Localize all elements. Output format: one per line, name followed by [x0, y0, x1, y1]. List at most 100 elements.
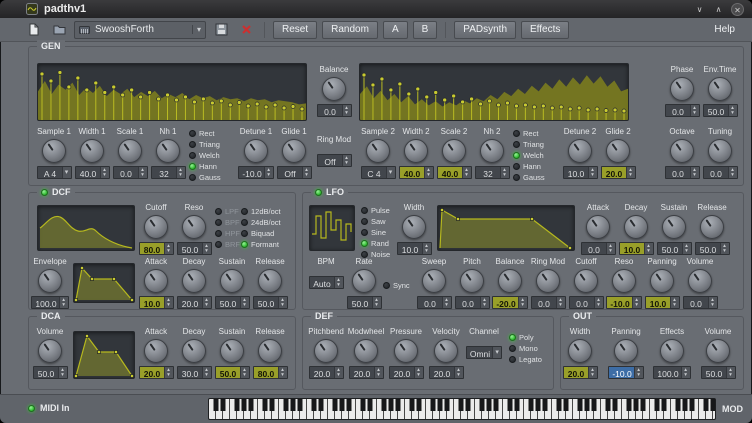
- spinner-arrows[interactable]: ▴▾: [100, 167, 109, 178]
- reset-button[interactable]: Reset: [273, 21, 317, 39]
- filter-display[interactable]: [37, 205, 135, 251]
- def-pressure-spinbox[interactable]: 20.0▴▾: [389, 366, 424, 379]
- gen-scale1-knob[interactable]: [118, 139, 142, 163]
- preset-a-button[interactable]: A: [383, 21, 408, 39]
- gen-tuning-knob[interactable]: [708, 139, 732, 163]
- lfo-attack-knob[interactable]: [586, 215, 610, 239]
- radio-rand[interactable]: Rand: [361, 239, 390, 248]
- spinner-arrows[interactable]: ▴▾: [632, 297, 641, 308]
- spin-down-icon[interactable]: ▾: [711, 303, 714, 308]
- out-volume-spinbox[interactable]: 50.0▴▾: [701, 366, 736, 379]
- gen-scale1-spinbox[interactable]: 0.0▴▾: [113, 166, 148, 179]
- def-modwheel-knob[interactable]: [354, 339, 378, 363]
- radio-legato[interactable]: Legato: [509, 355, 542, 364]
- spin-down-icon[interactable]: ▾: [673, 303, 676, 308]
- spinner-arrows[interactable]: ▴▾: [480, 297, 489, 308]
- radio-gauss[interactable]: Gauss: [513, 173, 545, 182]
- spin-down-icon[interactable]: ▾: [345, 111, 348, 116]
- spin-down-icon[interactable]: ▾: [281, 303, 284, 308]
- lfo-rate-knob[interactable]: [352, 269, 376, 293]
- lfo-attack-spinbox[interactable]: 0.0▴▾: [581, 242, 616, 255]
- spin-down-icon[interactable]: ▾: [167, 249, 170, 254]
- spin-down-icon[interactable]: ▾: [731, 173, 734, 178]
- def-velocity-knob[interactable]: [434, 339, 458, 363]
- spinner-arrows[interactable]: ▴▾: [442, 297, 451, 308]
- spinner-arrows[interactable]: ▴▾: [278, 297, 287, 308]
- spinner-arrows[interactable]: ▴▾: [594, 297, 603, 308]
- dcf-reso-spinbox[interactable]: 50.0▴▾: [177, 242, 212, 255]
- radio-rect[interactable]: Rect: [513, 129, 545, 138]
- gen-balance-knob[interactable]: [322, 77, 346, 101]
- dcf-attack-knob[interactable]: [144, 269, 168, 293]
- dcf-sustain-spinbox[interactable]: 50.0▴▾: [215, 296, 250, 309]
- spin-down-icon[interactable]: ▾: [205, 249, 208, 254]
- lfo-cutoff-spinbox[interactable]: 0.0▴▾: [569, 296, 604, 309]
- spin-down-icon[interactable]: ▾: [445, 303, 448, 308]
- radio-welch[interactable]: Welch: [513, 151, 545, 160]
- spin-down-icon[interactable]: ▾: [684, 373, 687, 378]
- radio-hann[interactable]: Hann: [513, 162, 545, 171]
- spinner-arrows[interactable]: ▴▾: [374, 367, 383, 378]
- spinner-arrows[interactable]: ▴▾: [342, 105, 351, 116]
- spinner-arrows[interactable]: ▴▾: [424, 167, 433, 178]
- spinner-arrows[interactable]: ▴▾: [202, 367, 211, 378]
- dcf-envelope-display[interactable]: [73, 263, 135, 303]
- out-panning-knob[interactable]: [614, 339, 638, 363]
- out-effects-spinbox[interactable]: 100.0▴▾: [653, 366, 690, 379]
- gen-octave-knob[interactable]: [670, 139, 694, 163]
- def-modwheel-spinbox[interactable]: 20.0▴▾: [349, 366, 384, 379]
- spinner-arrows[interactable]: ▴▾: [334, 277, 343, 288]
- lfo-rate-spinbox[interactable]: 50.0▴▾: [347, 296, 382, 309]
- lfo-sweep-knob[interactable]: [422, 269, 446, 293]
- spinner-arrows[interactable]: ▴▾: [690, 105, 699, 116]
- spinner-arrows[interactable]: ▴▾: [626, 167, 635, 178]
- spinner-arrows[interactable]: ▴▾: [342, 155, 351, 166]
- spinner-arrows[interactable]: ▴▾: [138, 167, 147, 178]
- radio-pulse[interactable]: Pulse: [361, 206, 390, 215]
- spin-down-icon[interactable]: ▾: [483, 303, 486, 308]
- spinner-arrows[interactable]: ▴▾: [164, 243, 173, 254]
- gen-glide2-spinbox[interactable]: 20.0▴▾: [601, 166, 636, 179]
- spinner-arrows[interactable]: ▴▾: [202, 243, 211, 254]
- spin-down-icon[interactable]: ▾: [629, 173, 632, 178]
- lfo-wave-display[interactable]: [309, 205, 355, 251]
- gen-nh1-spinbox[interactable]: 32▴▾: [151, 166, 186, 179]
- lfo-balance-knob[interactable]: [498, 269, 522, 293]
- radio-saw[interactable]: Saw: [361, 217, 390, 226]
- effects-tab-button[interactable]: Effects: [521, 21, 569, 39]
- dcf-led-icon[interactable]: [41, 189, 48, 196]
- spin-down-icon[interactable]: ▾: [305, 173, 308, 178]
- spin-down-icon[interactable]: ▾: [457, 373, 460, 378]
- dcf-cutoff-spinbox[interactable]: 80.0▴▾: [139, 242, 174, 255]
- dca-sustain-knob[interactable]: [220, 339, 244, 363]
- gen-glide1-knob[interactable]: [282, 139, 306, 163]
- open-preset-button[interactable]: [49, 21, 69, 39]
- spin-down-icon[interactable]: ▾: [609, 249, 612, 254]
- dca-attack-spinbox[interactable]: 20.0▴▾: [139, 366, 174, 379]
- dcf-release-spinbox[interactable]: 50.0▴▾: [253, 296, 288, 309]
- radio-hpf[interactable]: HPF: [215, 229, 240, 238]
- lfo-ringmod-spinbox[interactable]: 0.0▴▾: [531, 296, 566, 309]
- dcf-release-knob[interactable]: [258, 269, 282, 293]
- lfo-sustain-knob[interactable]: [662, 215, 686, 239]
- spin-down-icon[interactable]: ▾: [205, 303, 208, 308]
- lfo-panning-spinbox[interactable]: 10.0▴▾: [645, 296, 680, 309]
- spin-down-icon[interactable]: ▾: [723, 249, 726, 254]
- spinner-arrows[interactable]: ▴▾: [726, 367, 735, 378]
- spinner-arrows[interactable]: ▴▾: [58, 367, 67, 378]
- dcf-envelope-spinbox[interactable]: 100.0▴▾: [31, 296, 68, 309]
- lfo-led-icon[interactable]: [315, 189, 322, 196]
- lfo-pitch-knob[interactable]: [460, 269, 484, 293]
- dca-envelope-display[interactable]: [73, 331, 135, 379]
- def-pressure-knob[interactable]: [394, 339, 418, 363]
- spin-down-icon[interactable]: ▾: [591, 173, 594, 178]
- save-preset-button[interactable]: [211, 21, 231, 39]
- spin-down-icon[interactable]: ▾: [693, 173, 696, 178]
- gen-width2-spinbox[interactable]: 40.0▴▾: [399, 166, 434, 179]
- dca-volume-knob[interactable]: [38, 339, 62, 363]
- spinner-arrows[interactable]: ▴▾: [682, 243, 691, 254]
- dca-sustain-spinbox[interactable]: 50.0▴▾: [215, 366, 250, 379]
- spin-down-icon[interactable]: ▾: [597, 303, 600, 308]
- help-button[interactable]: Help: [705, 21, 744, 39]
- spin-down-icon[interactable]: ▾: [205, 373, 208, 378]
